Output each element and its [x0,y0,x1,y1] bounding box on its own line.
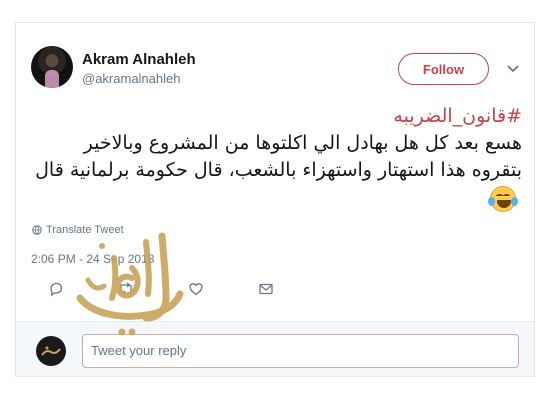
reply-area: Tweet your reply [16,322,534,376]
reply-icon[interactable] [47,280,65,298]
user-handle[interactable]: @akramalnahleh [82,71,180,86]
user-display-name[interactable]: Akram Alnahleh [82,51,196,68]
heart-icon[interactable] [187,280,205,298]
current-user-avatar[interactable] [36,336,66,366]
hashtag-link[interactable]: #قانون_الضريبه [28,103,522,130]
tweet-card: Akram Alnahleh @akramalnahleh Follow #قا… [15,22,535,377]
tweet-timestamp[interactable]: 2:06 PM - 24 Sep 2018 [31,252,154,266]
mail-icon[interactable] [257,280,275,298]
follow-button[interactable]: Follow [398,53,489,85]
emoji-line [28,184,522,214]
chevron-down-icon[interactable] [505,61,521,77]
user-avatar[interactable] [31,46,73,88]
reply-input[interactable]: Tweet your reply [82,334,519,368]
translate-label: Translate Tweet [46,224,124,236]
globe-icon [32,225,42,235]
tweet-text: #قانون_الضريبه هسع بعد كل هل بهادل الي ا… [28,103,522,214]
translate-tweet-link[interactable]: Translate Tweet [32,224,124,236]
tweet-line: هسع بعد كل هل بهادل الي اكلتوها من المشر… [83,132,522,154]
tweet-line: بتقروه هذا استهتار واستهزاء بالشعب، قال … [35,159,522,181]
face-with-tears-of-joy-icon [488,186,518,212]
tweet-actions [31,280,273,300]
retweet-icon[interactable] [117,280,135,298]
tweet-header: Akram Alnahleh @akramalnahleh Follow [16,23,534,93]
